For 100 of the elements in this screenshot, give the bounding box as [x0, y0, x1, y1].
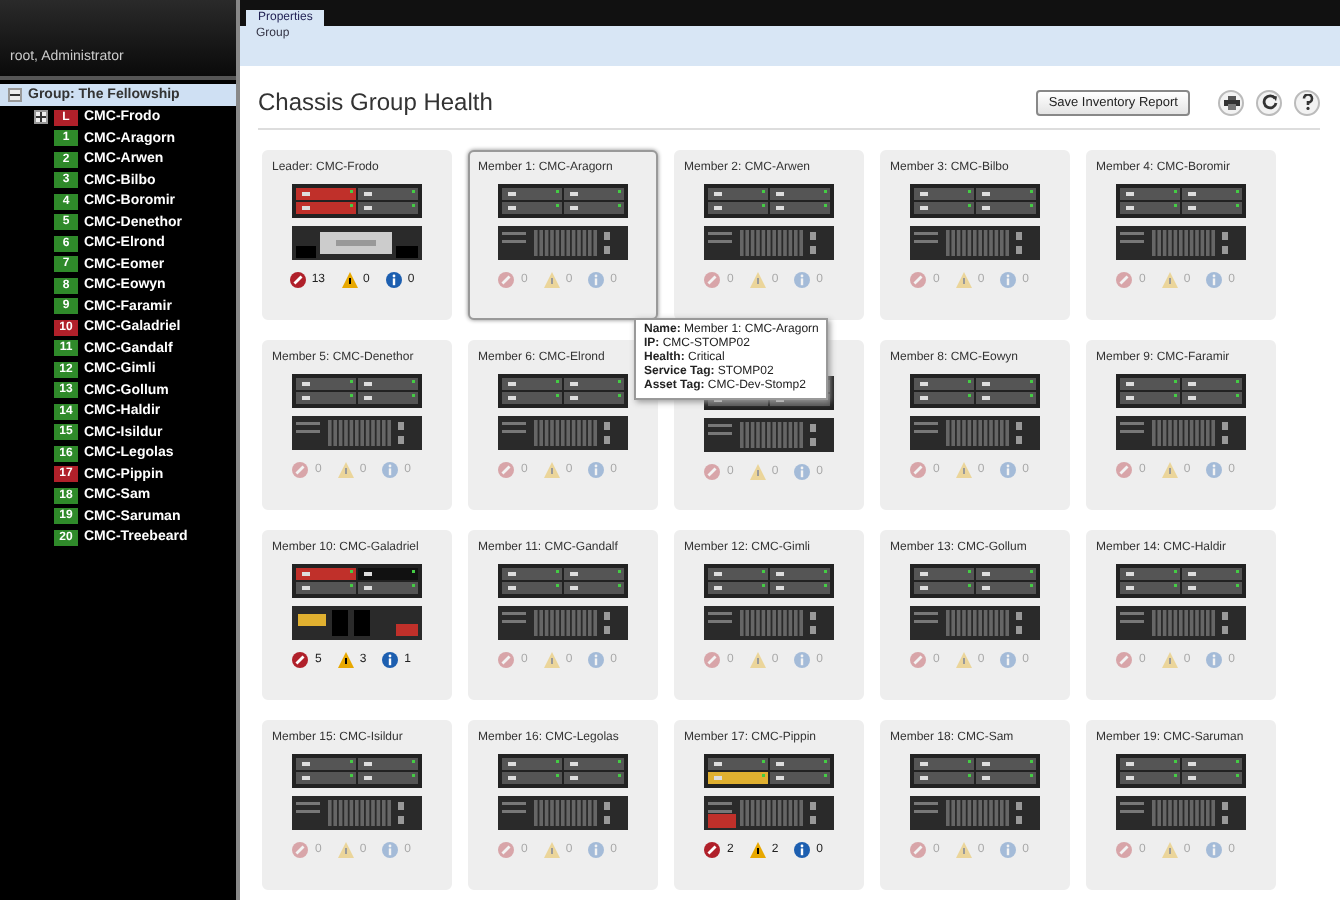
help-icon	[1301, 94, 1313, 110]
info-icon	[1206, 272, 1223, 288]
warning-icon	[1161, 272, 1178, 288]
storage-chassis-drawing	[292, 606, 422, 640]
critical-icon	[704, 464, 721, 480]
warning-icon	[543, 272, 560, 288]
blade-chassis-drawing	[1116, 754, 1246, 788]
info-icon	[588, 652, 605, 668]
warning-icon	[955, 652, 972, 668]
storage-chassis-drawing	[1116, 796, 1246, 830]
warning-icon	[955, 272, 972, 288]
critical-icon	[289, 272, 306, 288]
blade-chassis-drawing	[498, 184, 628, 218]
storage-chassis-drawing	[910, 606, 1040, 640]
warning-icon	[955, 462, 972, 478]
warning-icon	[543, 652, 560, 668]
critical-icon	[1116, 652, 1133, 668]
critical-icon	[910, 272, 927, 288]
warning-icon	[337, 462, 354, 478]
info-icon	[1206, 842, 1223, 858]
warning-icon	[337, 842, 354, 858]
warning-icon	[1161, 462, 1178, 478]
info-icon	[588, 842, 605, 858]
blade-chassis-drawing	[910, 754, 1040, 788]
storage-chassis-drawing	[704, 606, 834, 640]
info-icon	[1000, 842, 1017, 858]
storage-chassis-drawing	[704, 796, 834, 830]
storage-chassis-drawing	[910, 226, 1040, 260]
warning-icon	[1161, 842, 1178, 858]
critical-icon	[1116, 462, 1133, 478]
storage-chassis-drawing	[292, 416, 422, 450]
blade-chassis-drawing	[498, 374, 628, 408]
blade-chassis-drawing	[704, 184, 834, 218]
warning-icon	[341, 272, 357, 288]
info-icon	[1000, 652, 1017, 668]
warning-icon	[749, 842, 766, 858]
critical-icon	[910, 842, 927, 858]
storage-chassis-drawing	[498, 796, 628, 830]
info-icon	[382, 652, 399, 668]
critical-icon	[292, 842, 309, 858]
info-icon	[385, 272, 402, 288]
storage-chassis-drawing	[292, 226, 422, 260]
info-icon	[794, 652, 811, 668]
blade-chassis-drawing	[498, 564, 628, 598]
info-icon	[588, 272, 605, 288]
storage-chassis-drawing	[292, 796, 422, 830]
storage-chassis-drawing	[498, 606, 628, 640]
expand-icon[interactable]	[33, 110, 47, 124]
storage-chassis-drawing	[704, 418, 834, 452]
critical-icon	[498, 652, 515, 668]
critical-icon	[704, 272, 721, 288]
info-icon	[1206, 652, 1223, 668]
warning-icon	[749, 652, 766, 668]
critical-icon	[704, 652, 721, 668]
warning-icon	[1161, 652, 1178, 668]
help-button[interactable]	[1294, 89, 1320, 115]
blade-chassis-drawing	[1116, 564, 1246, 598]
collapse-icon[interactable]	[8, 88, 22, 102]
storage-chassis-drawing	[1116, 226, 1246, 260]
critical-icon	[910, 462, 927, 478]
page-title: Chassis Group Health	[258, 88, 495, 116]
info-icon	[1000, 462, 1017, 478]
storage-chassis-drawing	[910, 796, 1040, 830]
refresh-button[interactable]	[1256, 89, 1282, 115]
storage-chassis-drawing	[498, 416, 628, 450]
warning-icon	[337, 652, 354, 668]
blade-chassis-drawing	[1116, 184, 1246, 218]
blade-chassis-drawing	[292, 564, 422, 598]
info-icon	[794, 464, 811, 480]
blade-chassis-drawing	[292, 184, 422, 218]
warning-icon	[955, 842, 972, 858]
warning-icon	[543, 842, 560, 858]
blade-chassis-drawing	[292, 374, 422, 408]
storage-chassis-drawing	[704, 226, 834, 260]
blade-chassis-drawing	[1116, 374, 1246, 408]
info-icon	[382, 462, 399, 478]
info-icon	[588, 462, 605, 478]
blade-chassis-drawing	[498, 754, 628, 788]
storage-chassis-drawing	[1116, 606, 1246, 640]
critical-icon	[1116, 272, 1133, 288]
warning-icon	[543, 462, 560, 478]
critical-icon	[498, 462, 515, 478]
blade-chassis-drawing	[910, 184, 1040, 218]
critical-icon	[704, 842, 721, 858]
critical-icon	[1116, 842, 1133, 858]
info-icon	[1206, 462, 1223, 478]
blade-chassis-drawing	[704, 564, 834, 598]
critical-icon	[498, 842, 515, 858]
info-icon	[794, 842, 811, 858]
storage-chassis-drawing	[1116, 416, 1246, 450]
refresh-icon	[1261, 94, 1277, 110]
critical-icon	[498, 272, 515, 288]
info-icon	[382, 842, 399, 858]
blade-chassis-drawing	[292, 754, 422, 788]
warning-icon	[749, 464, 766, 480]
storage-chassis-drawing	[910, 416, 1040, 450]
critical-icon	[910, 652, 927, 668]
printer-icon	[1223, 95, 1239, 109]
print-button[interactable]	[1218, 89, 1244, 115]
storage-chassis-drawing	[498, 226, 628, 260]
